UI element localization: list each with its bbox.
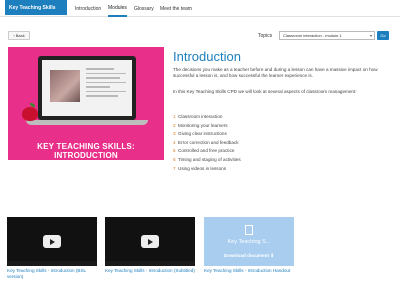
topic-label: Timing and staging of activities [178,156,241,162]
course-title-label: Key Teaching Skills [9,4,56,11]
hero-image: KEY TEACHING SKILLS: INTRODUCTION [8,47,164,160]
topics-selected-value: Classroom interaction - module 1 [283,33,342,38]
apple-icon [22,107,38,121]
pdf-icon [245,225,253,235]
document-card[interactable]: Key Teaching S... Download document ⬇ [204,217,294,266]
video-control-bar [105,261,195,266]
back-button[interactable]: ‹ Back [8,31,30,40]
list-item: 5 Controlled and free practice [173,148,388,157]
intro-paragraph: The decisions you make as a teacher befo… [173,67,378,78]
list-item: 7 Using videos in lessons [173,166,388,175]
list-item: 6 Timing and staging of activities [173,157,388,166]
topic-label: Using videos in lessons [178,165,227,171]
go-button[interactable]: Go [377,31,389,40]
video-link-subtitled[interactable]: Key Teaching Skills - Introduction (Subt… [105,268,197,274]
chevron-down-icon: ▾ [369,33,372,38]
download-icon: ⬇ [270,253,275,258]
list-item: 1 Classroom interaction [173,114,388,123]
tab-meet-the-team[interactable]: Meet the team [160,0,192,17]
video-link-bsl[interactable]: Key Teaching Skills - Introduction (BSL … [7,268,99,280]
back-label: Back [15,33,25,38]
top-navigation: Key Teaching Skills Introduction Modules… [0,0,400,17]
list-item: 4 Error correction and feedback [173,140,388,149]
laptop-base [26,120,148,125]
topics-select[interactable]: Classroom interaction - module 1 ▾ [279,31,375,40]
intro-paragraph-2: In this Key Teaching Skills CPD we will … [173,89,357,94]
play-icon [141,235,159,248]
topic-label: Monitoring your learners [178,122,228,128]
page-title: Introduction [173,49,241,64]
list-item: 3 Giving clear instructions [173,131,388,140]
hero-caption: KEY TEACHING SKILLS: INTRODUCTION [37,142,135,160]
chevron-left-icon: ‹ [13,33,15,38]
topic-list: 1 Classroom interaction 2 Monitoring your … [173,114,388,174]
tab-introduction[interactable]: Introduction [75,0,101,17]
topics-label: Topics [258,33,273,39]
video-control-bar [7,261,97,266]
topic-label: Giving clear instructions [178,131,227,137]
document-card-title: Key Teaching S... [227,239,271,245]
play-icon [43,235,61,248]
topic-label: Controlled and free practice [178,148,235,154]
document-link-handout[interactable]: Key Teaching Skills - Introduction Hando… [204,268,296,274]
download-document-button[interactable]: Download document ⬇ [204,253,294,259]
topic-label: Classroom interaction [178,114,223,119]
video-thumbnail-bsl[interactable] [7,217,97,266]
tab-modules[interactable]: Modules [108,0,127,17]
topic-label: Error correction and feedback [178,139,239,145]
download-label: Download document [223,253,270,258]
course-title-button[interactable]: Key Teaching Skills [5,0,67,15]
video-thumbnail-subtitled[interactable] [105,217,195,266]
tab-glossary[interactable]: Glossary [134,0,154,17]
teacher-photo [50,70,80,102]
laptop-illustration [38,56,136,120]
list-item: 2 Monitoring your learners [173,123,388,132]
